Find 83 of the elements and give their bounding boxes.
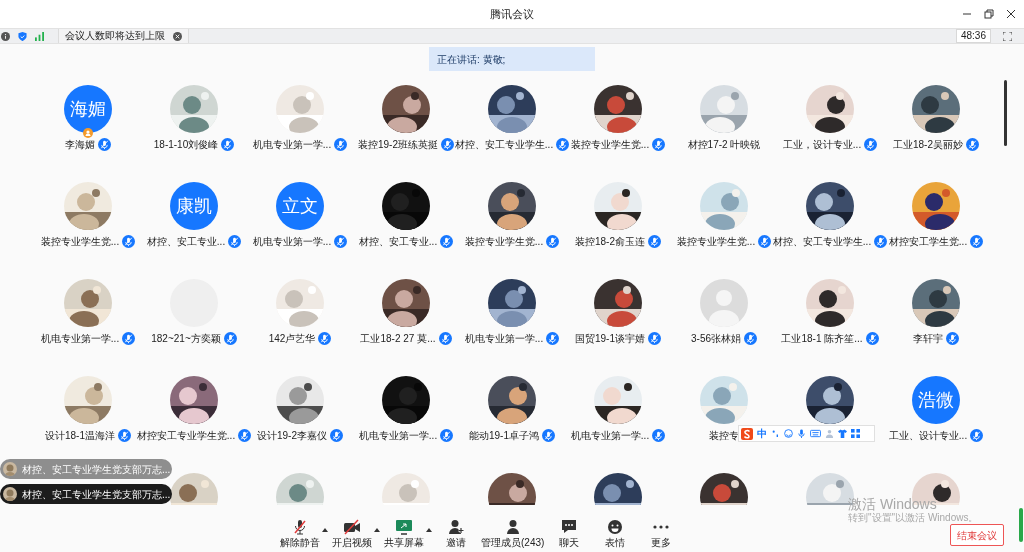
participant-name: 工业，设计专业... [782,137,862,152]
user-silhouette-icon [700,279,748,327]
participant-name: 材控、安工专业学生... [772,234,872,249]
chat-icon [560,519,579,535]
notice-text: 会议人数即将达到上限 [65,31,165,41]
participant-name: 李海媚 [65,137,95,152]
toolbar-button[interactable]: 管理成员(243) [480,519,546,549]
speaker-banner: 正在讲话: 黄敬; [429,47,595,71]
smiley-icon[interactable] [784,429,793,438]
participant-name: 材控、安工专业学生... [454,137,554,152]
toolbar-button[interactable]: 共享屏幕 [382,519,426,549]
avatar-initials: 浩微 [912,376,960,424]
shirt-icon[interactable] [838,429,847,438]
toolbar-button[interactable]: 表情 [593,519,638,549]
participant-name: 设计18-1温海洋 [45,428,115,443]
toolbar-button[interactable]: 邀请 [434,519,478,549]
shield-icon[interactable] [18,31,27,41]
participant-name: 机电专业第一学... [40,331,120,346]
participant-name: 材控、安工专业... [358,234,438,249]
grid-icon[interactable] [851,429,860,438]
participant-name: 国贸19-1谈宇婧 [575,331,645,346]
participant-name: 工业、设计专业... [888,428,968,443]
info-icon[interactable] [1,31,10,41]
participant-name: 机电专业第一学... [252,137,332,152]
avatar-initials: 康凯 [170,182,218,230]
more-icon [652,525,671,529]
window-title: 腾讯会议 [490,6,534,22]
participant-name: 工业18-1 陈齐笙... [781,331,863,346]
restore-icon[interactable] [984,9,994,19]
signal-icon[interactable] [35,31,44,41]
participant-name: 工业18-2 27 莫... [360,331,436,346]
avatar-initials: 立文 [276,182,324,230]
caret-icon[interactable] [426,528,432,532]
participant-name: 182~21~方奕颖 [151,331,221,346]
toolbar-button[interactable]: 聊天 [547,519,592,549]
participant-name: 装控18-2俞玉连 [575,234,645,249]
participant-name: 装控专 [709,428,739,443]
close-icon[interactable] [173,31,182,41]
meeting-timer: 48:36 [955,29,991,43]
smiley-icon [606,519,625,535]
participant-name: 机电专业第一学... [464,331,544,346]
participant-name: 能动19-1卓子鸿 [469,428,539,443]
participant-name: 设计19-2李嘉仪 [257,428,327,443]
activation-hint: 转到"设置"以激活 Windows。 [848,512,979,524]
participant-name: 材控安工专业学生党... [136,428,236,443]
video-off-icon [343,519,361,535]
participant-name: 142卢艺华 [268,331,316,346]
participant-name: 机电专业第一学... [358,428,438,443]
participant-name: 李轩宇 [913,331,943,346]
avatar-initials: 海媚 [64,85,112,133]
caret-icon[interactable] [322,528,328,532]
participant-name: 装控专业学生党... [570,137,650,152]
add-person-icon [447,519,465,535]
participant-name: 3-56张林娟 [691,331,741,346]
end-meeting-button[interactable]: 结束会议 [950,524,1004,546]
toolbar-button[interactable]: 解除静音 [278,519,322,549]
close-icon[interactable] [1006,9,1016,19]
participant-name: 18-1-10刘俊峰 [153,137,219,152]
toolbar-button[interactable]: 开启视频 [330,519,374,549]
fullscreen-icon[interactable] [1003,31,1012,41]
participant-name: 工业18-2吴丽妙 [893,137,963,152]
participant-name: 装控专业学生党... [464,234,544,249]
participant-name: 装控19-2班练英挺 [358,137,438,152]
participant-name: 机电专业第一学... [252,234,332,249]
participant-name: 材控、安工专业... [146,234,226,249]
screen-share-icon [395,519,413,535]
input-method-logo-icon[interactable] [741,427,753,440]
activation-title: 激活 Windows [848,496,938,512]
scrollbar-thumb[interactable] [1004,80,1007,146]
participant-name: 机电专业第一学... [570,428,650,443]
microphone-icon[interactable] [797,429,806,438]
participant-name: 装控专业学生党... [40,234,120,249]
keyboard-icon[interactable] [810,429,821,438]
participant-name: 材控安工学生党... [888,234,968,249]
chat-message: 材控、安工专业学生党支部万志... [22,487,171,502]
volume-meter [1019,508,1023,542]
ime-mode[interactable]: 中 [757,428,767,439]
muted-mic-icon [291,519,309,535]
participant-name: 材控17-2 叶映锐 [687,137,761,152]
caret-icon[interactable] [374,528,380,532]
participant-name: 装控专业学生党... [676,234,756,249]
toolbar-button[interactable]: 更多 [639,519,684,549]
chat-message: 材控、安工专业学生党支部万志... [22,462,171,477]
